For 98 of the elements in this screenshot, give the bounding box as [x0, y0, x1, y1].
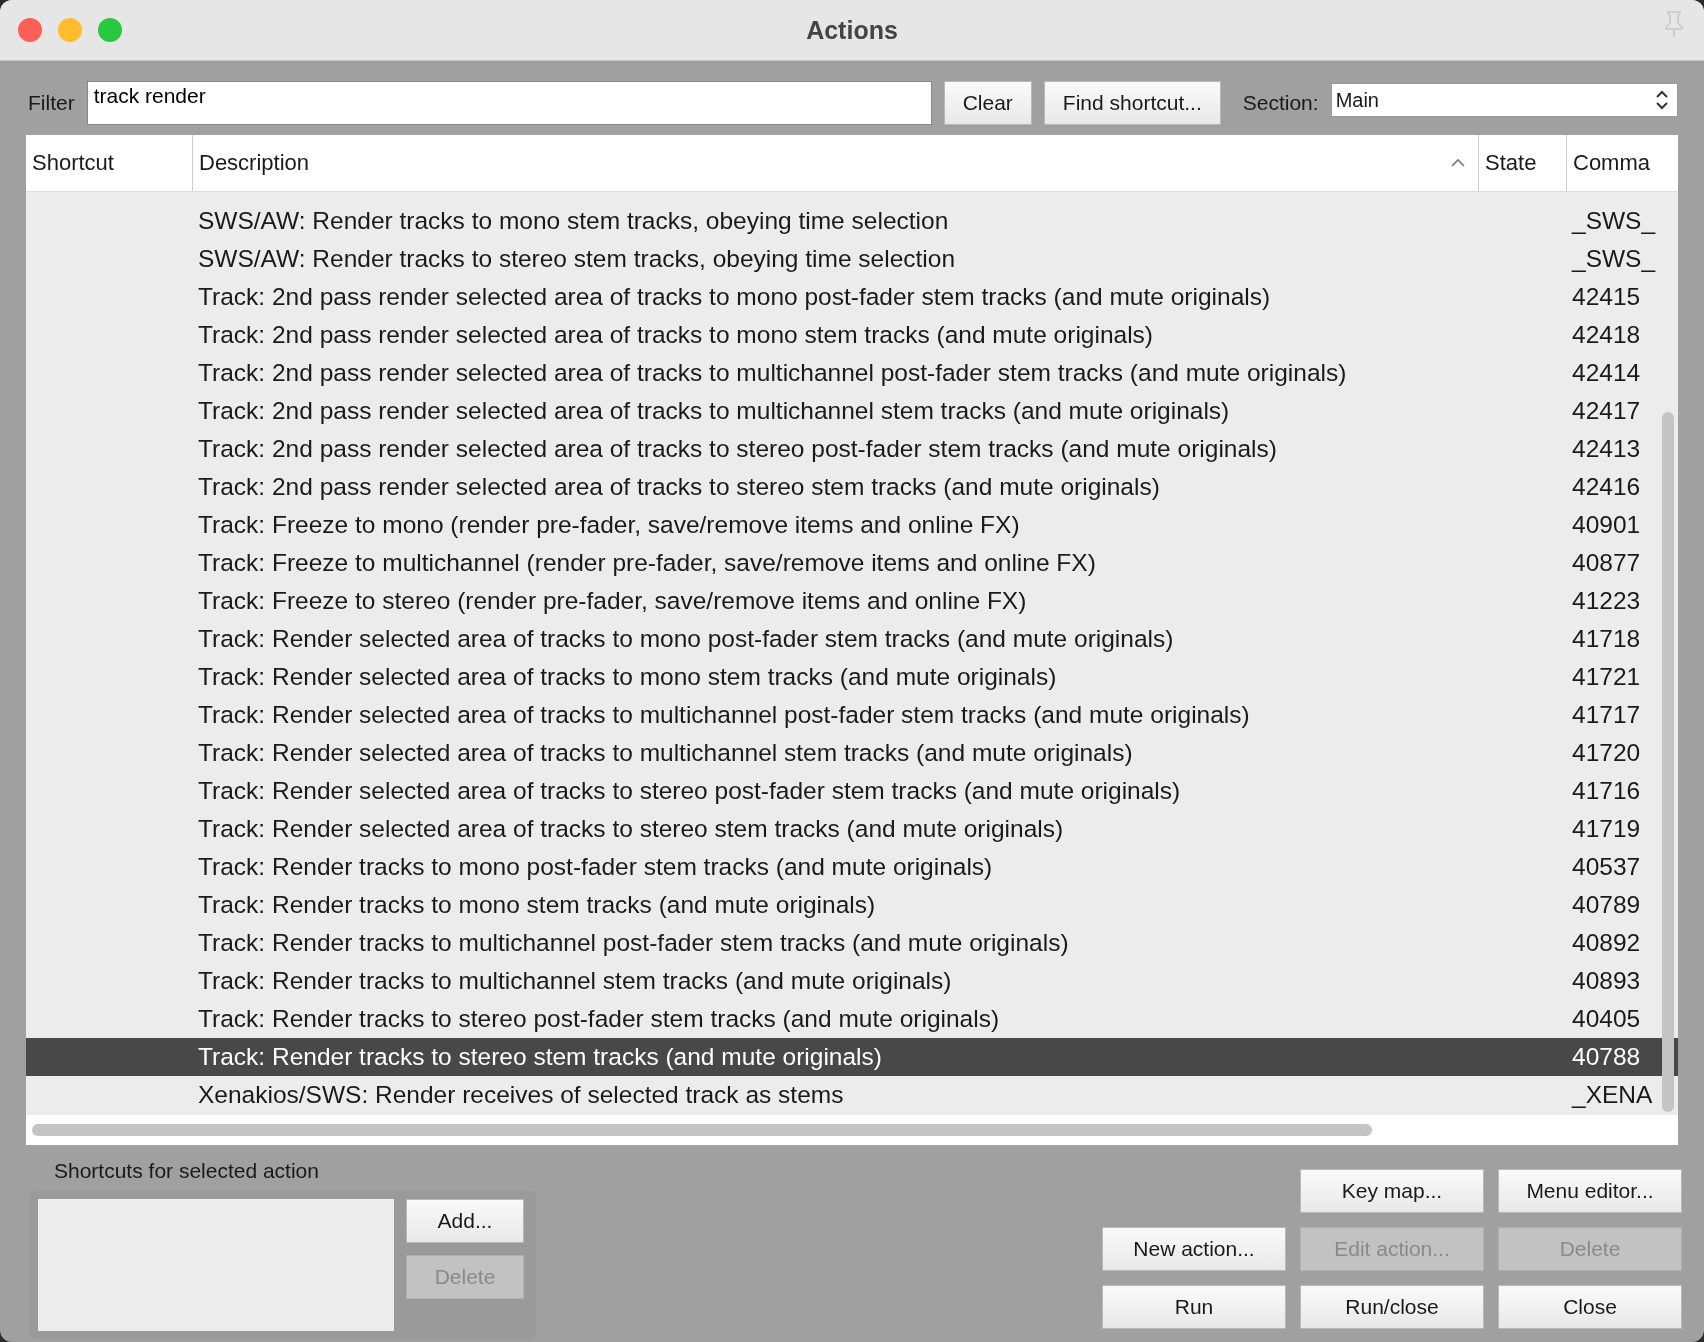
filter-label: Filter: [28, 91, 75, 115]
table-row[interactable]: Track: 2nd pass render selected area of tracks to multichannel stem tracks (and mute originals) 42417: [26, 392, 1678, 430]
minimize-button[interactable]: [58, 18, 82, 42]
command-cell-text: 40892: [1571, 929, 1642, 957]
table-row[interactable]: Track: 2nd pass render selected area of tracks to mono post-fader stem tracks (and mute originals) 42415: [26, 278, 1678, 316]
column-header[interactable]: Shortcut: [26, 135, 192, 191]
command-cell-text: 42416: [1571, 473, 1642, 501]
table-row[interactable]: Track: Freeze to stereo (render pre-fader, save/remove items and online FX) 41223: [26, 582, 1678, 620]
table-row[interactable]: Track: 2nd pass render selected area of tracks to stereo stem tracks (and mute originals) 42416: [26, 468, 1678, 506]
description-cell-text: Track: 2nd pass render selected area of tracks to multichannel post-fader stem tracks (and mute originals): [197, 359, 1348, 387]
action-button[interactable]: Menu editor...: [1498, 1169, 1682, 1213]
action-button[interactable]: New action...: [1102, 1227, 1286, 1271]
description-cell-text: Track: 2nd pass render selected area of tracks to stereo post-fader stem tracks (and mute originals): [197, 435, 1278, 463]
panel-button[interactable]: Add...: [406, 1199, 524, 1243]
command-cell-text: 41223: [1571, 587, 1642, 615]
command-cell-text: 40789: [1571, 891, 1642, 919]
table-row[interactable]: SWS/AW: Render tracks to mono stem tracks, obeying time selection _SWS_: [26, 202, 1678, 240]
table-row[interactable]: Track: Render tracks to multichannel stem tracks (and mute originals) 40893: [26, 962, 1678, 1000]
shortcuts-list[interactable]: [38, 1199, 394, 1331]
command-cell-text: 40893: [1571, 967, 1642, 995]
table-row[interactable]: Track: Render selected area of tracks to mono stem tracks (and mute originals) 41721: [26, 658, 1678, 696]
table-row[interactable]: Track: Render selected area of tracks to mono post-fader stem tracks (and mute originals) 41718: [26, 620, 1678, 658]
scroll-thumb[interactable]: [1662, 412, 1674, 1112]
column-header[interactable]: State: [1478, 135, 1566, 191]
action-button[interactable]: Run/close: [1300, 1285, 1484, 1329]
description-cell-text: Track: Render selected area of tracks to multichannel post-fader stem tracks (and mute originals): [197, 701, 1251, 729]
window-title: Actions: [805, 15, 899, 45]
command-cell-text: 42415: [1571, 283, 1642, 311]
table-row[interactable]: Xenakios/SWS: Render receives of selected track as stems _XENA: [26, 1076, 1678, 1114]
table-row[interactable]: Track: Render selected area of tracks to stereo stem tracks (and mute originals) 41719: [26, 810, 1678, 848]
description-cell-text: Track: Render selected area of tracks to stereo post-fader stem tracks (and mute originals): [197, 777, 1182, 805]
toolbar-button[interactable]: Find shortcut...: [1043, 81, 1221, 125]
description-cell-text: Track: Render selected area of tracks to mono post-fader stem tracks (and mute originals): [197, 625, 1175, 653]
command-cell-text: 42414: [1571, 359, 1642, 387]
table-row[interactable]: Track: 2nd pass render selected area of tracks to mono stem tracks (and mute originals) 42418: [26, 316, 1678, 354]
command-cell-text: 40405: [1571, 1005, 1642, 1033]
action-button[interactable]: Key map...: [1300, 1169, 1484, 1213]
command-cell-text: 41720: [1571, 739, 1642, 767]
command-cell-text: 41718: [1571, 625, 1642, 653]
description-cell-text: Track: 2nd pass render selected area of tracks to mono post-fader stem tracks (and mute originals): [197, 283, 1272, 311]
description-cell-text: Track: Render selected area of tracks to mono stem tracks (and mute originals): [197, 663, 1058, 691]
command-cell-text: 40901: [1571, 511, 1642, 539]
table-row[interactable]: Track: Render selected area of tracks to multichannel stem tracks (and mute originals) 41720: [26, 734, 1678, 772]
zoom-button[interactable]: [98, 18, 122, 42]
table-row[interactable]: Track: Render tracks to stereo post-fader stem tracks (and mute originals) 40405: [26, 1000, 1678, 1038]
shortcuts-label: Shortcuts for selected action: [53, 1159, 320, 1183]
command-cell-text: 40877: [1571, 549, 1642, 577]
table-row[interactable]: Track: Freeze to mono (render pre-fader, save/remove items and online FX) 40901: [26, 506, 1678, 544]
description-cell-text: Track: Freeze to mono (render pre-fader, save/remove items and online FX): [197, 511, 1021, 539]
description-cell-text: Track: Render tracks to multichannel post-fader stem tracks (and mute originals): [197, 929, 1070, 957]
pin-icon[interactable]: [1662, 10, 1686, 38]
command-cell-text: 41716: [1571, 777, 1642, 805]
table-row[interactable]: Track: 2nd pass render selected area of tracks to stereo post-fader stem tracks (and mute originals) 42413: [26, 430, 1678, 468]
command-cell-text: 41717: [1571, 701, 1642, 729]
filter-field[interactable]: track render: [86, 81, 932, 125]
sort-icon: [1450, 158, 1466, 168]
description-cell-text: Track: Render tracks to multichannel stem tracks (and mute originals): [197, 967, 953, 995]
description-cell-text: SWS/AW: Render tracks to stereo stem tracks, obeying time selection: [197, 245, 957, 273]
section-label: Section:: [1242, 91, 1319, 115]
description-cell-text: Track: Render tracks to mono stem tracks (and mute originals): [197, 891, 877, 919]
command-cell-text: 40788: [1571, 1043, 1642, 1071]
column-header[interactable]: Comma: [1566, 135, 1652, 191]
command-cell-text: 42413: [1571, 435, 1642, 463]
command-cell-text: 42417: [1571, 397, 1642, 425]
description-cell-text: Track: 2nd pass render selected area of tracks to multichannel stem tracks (and mute originals): [197, 397, 1231, 425]
description-cell-text: Track: Render selected area of tracks to stereo stem tracks (and mute originals): [197, 815, 1065, 843]
description-cell-text: Track: Render tracks to stereo stem tracks (and mute originals): [197, 1043, 883, 1071]
table-row[interactable]: SWS/AW: Render tracks to stereo stem tracks, obeying time selection _SWS_: [26, 240, 1678, 278]
command-cell-text: 40537: [1571, 853, 1642, 881]
table-row[interactable]: Track: Render selected area of tracks to stereo post-fader stem tracks (and mute originals) 41716: [26, 772, 1678, 810]
description-cell-text: Track: Render selected area of tracks to multichannel stem tracks (and mute originals): [197, 739, 1134, 767]
action-button[interactable]: Close: [1498, 1285, 1682, 1329]
table-row[interactable]: Track: Render tracks to stereo stem tracks (and mute originals) 40788: [26, 1038, 1678, 1076]
close-button[interactable]: [18, 18, 42, 42]
description-cell-text: Xenakios/SWS: Render receives of selected track as stems: [197, 1081, 845, 1109]
description-cell-text: Track: Freeze to multichannel (render pre-fader, save/remove items and online FX): [197, 549, 1097, 577]
table-row[interactable]: Track: 2nd pass render selected area of tracks to multichannel post-fader stem tracks (and mute originals) 42414: [26, 354, 1678, 392]
description-cell-text: Track: Render tracks to mono post-fader stem tracks (and mute originals): [197, 853, 994, 881]
description-cell-text: Track: Render tracks to stereo post-fader stem tracks (and mute originals): [197, 1005, 1001, 1033]
updown-icon: [1655, 89, 1669, 111]
description-cell-text: SWS/AW: Render tracks to mono stem tracks, obeying time selection: [197, 207, 950, 235]
description-cell-text: Track: Freeze to stereo (render pre-fader, save/remove items and online FX): [197, 587, 1028, 615]
command-cell-text: 41721: [1571, 663, 1642, 691]
toolbar-button[interactable]: Clear: [943, 81, 1032, 125]
table-row[interactable]: Track: Render selected area of tracks to multichannel post-fader stem tracks (and mute originals) 41717: [26, 696, 1678, 734]
table-row[interactable]: Track: Render tracks to mono post-fader stem tracks (and mute originals) 40537: [26, 848, 1678, 886]
action-button[interactable]: Run: [1102, 1285, 1286, 1329]
scroll-thumb[interactable]: [32, 1124, 1372, 1136]
table-row[interactable]: Track: Freeze to multichannel (render pre-fader, save/remove items and online FX) 40877: [26, 544, 1678, 582]
table-row[interactable]: Track: Render tracks to mono stem tracks (and mute originals) 40789: [26, 886, 1678, 924]
description-cell-text: Track: 2nd pass render selected area of tracks to mono stem tracks (and mute originals): [197, 321, 1154, 349]
table-row[interactable]: Track: Render tracks to multichannel post-fader stem tracks (and mute originals) 40892: [26, 924, 1678, 962]
description-cell-text: Track: 2nd pass render selected area of tracks to stereo stem tracks (and mute originals): [197, 473, 1161, 501]
column-header[interactable]: Description: [192, 135, 1478, 191]
command-cell-text: 41719: [1571, 815, 1642, 843]
command-cell-text: 42418: [1571, 321, 1642, 349]
section-dropdown[interactable]: Main: [1330, 83, 1678, 117]
command-cell-text: _XENA: [1570, 1081, 1652, 1109]
